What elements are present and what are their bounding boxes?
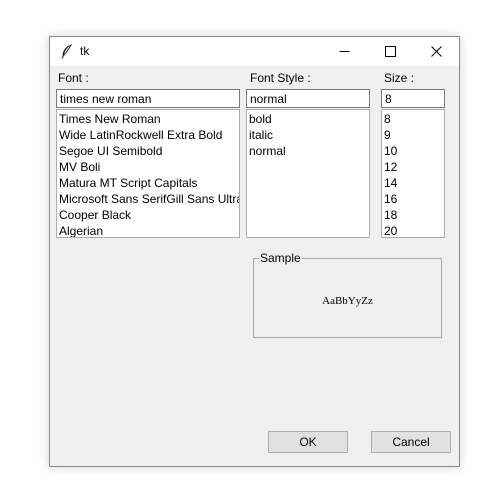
feather-icon xyxy=(61,44,73,59)
list-item[interactable]: Cooper Black xyxy=(57,207,239,223)
list-item[interactable]: Segoe UI Semibold xyxy=(57,143,239,159)
close-icon xyxy=(431,46,442,57)
list-item[interactable]: 20 xyxy=(382,223,444,237)
list-item[interactable]: Matura MT Script Capitals xyxy=(57,175,239,191)
minimize-icon xyxy=(339,51,350,52)
list-item[interactable]: MV Boli xyxy=(57,159,239,175)
list-item[interactable]: 8 xyxy=(382,111,444,127)
list-item[interactable]: Algerian xyxy=(57,223,239,237)
size-listbox[interactable]: 8 9 10 12 14 16 18 20 xyxy=(381,109,445,238)
list-item[interactable]: 18 xyxy=(382,207,444,223)
sample-group: Sample AaBbYyZz xyxy=(253,251,442,338)
sample-text: AaBbYyZz xyxy=(322,295,373,307)
list-item[interactable]: 9 xyxy=(382,127,444,143)
size-label: Size : xyxy=(384,71,415,85)
font-entry[interactable] xyxy=(56,89,240,108)
list-item[interactable]: Microsoft Sans SerifGill Sans Ultra xyxy=(57,191,239,207)
sample-legend: Sample xyxy=(259,251,302,265)
font-style-entry[interactable] xyxy=(246,89,370,108)
font-style-label: Font Style : xyxy=(250,71,311,85)
maximize-icon xyxy=(385,46,396,57)
list-item[interactable]: normal xyxy=(247,143,369,159)
font-style-listbox[interactable]: bold italic normal xyxy=(246,109,370,238)
font-label: Font : xyxy=(58,71,89,85)
list-item[interactable]: Times New Roman xyxy=(57,111,239,127)
list-item[interactable]: bold xyxy=(247,111,369,127)
list-item[interactable]: 16 xyxy=(382,191,444,207)
list-item[interactable]: 10 xyxy=(382,143,444,159)
size-entry[interactable] xyxy=(381,89,445,108)
list-item[interactable]: italic xyxy=(247,127,369,143)
list-item[interactable]: 14 xyxy=(382,175,444,191)
font-dialog-window: tk Font : Font Style : Size : Times New … xyxy=(49,36,460,467)
minimize-button[interactable] xyxy=(322,37,368,66)
cancel-button[interactable]: Cancel xyxy=(371,431,451,453)
close-button[interactable] xyxy=(414,37,460,66)
list-item[interactable]: 12 xyxy=(382,159,444,175)
maximize-button[interactable] xyxy=(368,37,414,66)
window-title: tk xyxy=(80,44,90,58)
font-listbox[interactable]: Times New Roman Wide LatinRockwell Extra… xyxy=(56,109,240,238)
list-item[interactable]: Wide LatinRockwell Extra Bold xyxy=(57,127,239,143)
ok-button[interactable]: OK xyxy=(268,431,348,453)
title-bar[interactable]: tk xyxy=(50,37,459,66)
